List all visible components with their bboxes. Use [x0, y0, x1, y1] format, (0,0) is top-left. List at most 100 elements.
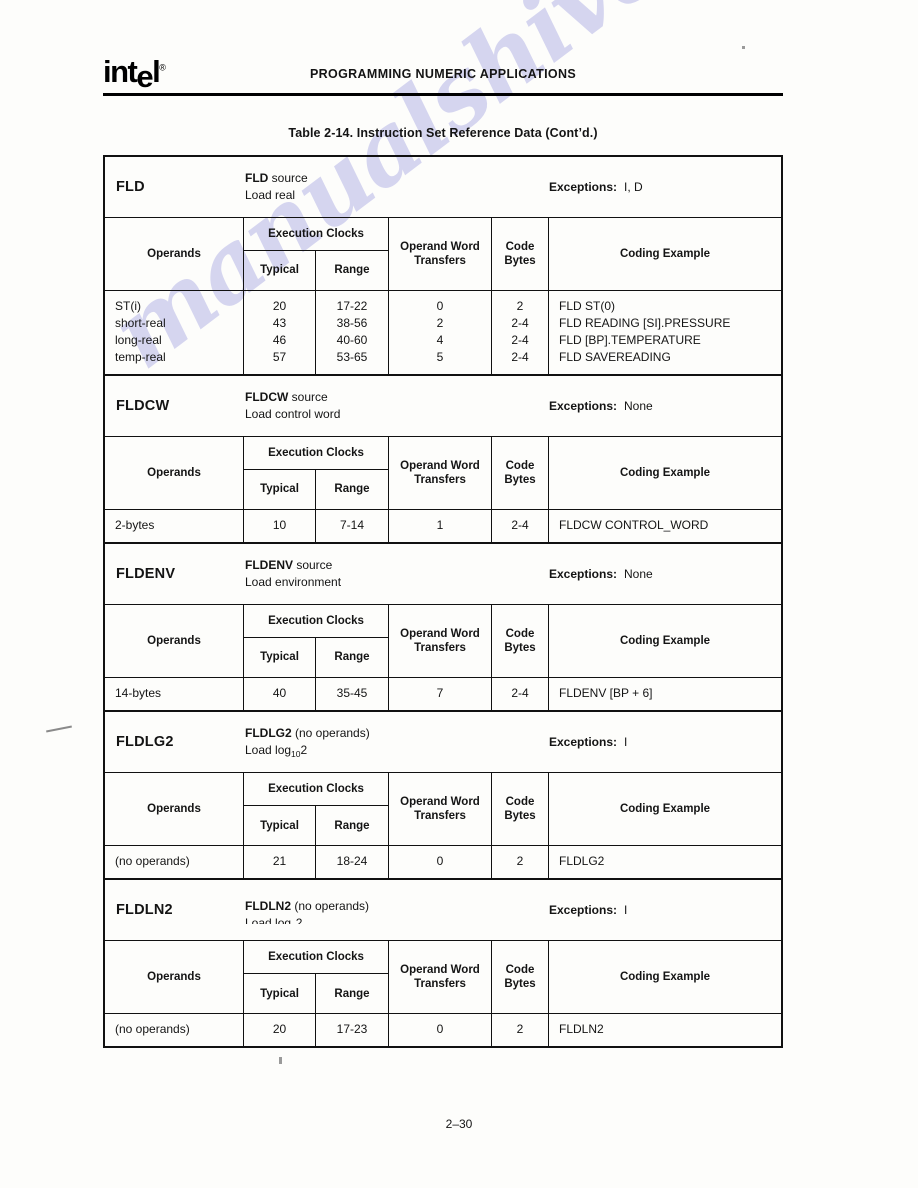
table-row: FLD READING [SI].PRESSURE [559, 316, 731, 331]
syntax-mnemonic: FLD [245, 170, 269, 185]
table-row: 21 [272, 854, 287, 869]
cell-range: 17-22 38-56 40-60 53-65 [316, 291, 389, 375]
syntax-line: FLDENV source [245, 557, 549, 574]
instruction-block-fldcw: FLDCW FLDCW source Load control word Exc… [105, 376, 781, 545]
col-header-code-bytes: Code Bytes [492, 437, 549, 510]
instruction-description: Load control word [245, 407, 341, 422]
block-title-row: FLD FLD source Load real Exceptions: I, … [105, 157, 781, 218]
col-header-code-line2: Bytes [504, 255, 536, 267]
col-header-code-line2: Bytes [504, 642, 536, 655]
col-header-coding-example: Coding Example [619, 466, 711, 479]
table-data-group: ST(i) short-real long-real temp-real 20 … [105, 291, 781, 375]
exceptions-value: I [624, 903, 628, 918]
col-header-operand-word-transfers: Operand Word Transfers [389, 218, 492, 290]
running-title: PROGRAMMING NUMERIC APPLICATIONS [309, 67, 577, 81]
exceptions-label: Exceptions: [549, 180, 618, 194]
col-header-execution-clocks-label: Execution Clocks [244, 437, 388, 471]
col-header-code-line1: Code [505, 240, 535, 253]
instruction-syntax: FLDENV source Load environment [245, 544, 549, 604]
table-row: long-real [115, 333, 162, 348]
cell-range: 17-23 [316, 1014, 389, 1047]
table-row: 2-4 [511, 333, 529, 348]
table-row: 5 [436, 350, 444, 365]
table-row: 38-56 [336, 316, 368, 331]
instruction-block-fldenv: FLDENV FLDENV source Load environment Ex… [105, 544, 781, 713]
col-header-typical: Typical [244, 974, 316, 1014]
instruction-description: Load environment [245, 575, 342, 590]
instruction-mnemonic: FLDLG2 [116, 734, 174, 751]
exceptions-value: I [624, 735, 628, 750]
col-header-execution-clocks: Execution Clocks Typical Range [244, 773, 389, 846]
table-row: 2 [516, 854, 524, 869]
syntax-operand: source [268, 170, 308, 185]
col-header-operands: Operands [105, 605, 244, 678]
col-header-execution-clocks-label: Execution Clocks [244, 218, 388, 251]
table-row: 2 [516, 299, 524, 313]
syntax-line: FLDLN2 (no operands) [245, 898, 549, 915]
instruction-description: Load loge2 [245, 915, 549, 924]
table-row: 43 [272, 316, 287, 331]
cell-typical: 21 [244, 846, 316, 879]
page-number: 2–30 [445, 1117, 473, 1131]
table-row: FLDCW CONTROL_WORD [559, 518, 709, 533]
table-caption: Table 2-14. Instruction Set Reference Da… [288, 126, 598, 140]
col-header-execution-clocks: Execution Clocks Typical Range [244, 218, 389, 290]
syntax-line: FLDCW source [245, 389, 549, 406]
exceptions-value: None [624, 567, 653, 582]
cell-typical: 10 [244, 510, 316, 543]
block-title-row: FLDCW FLDCW source Load control word Exc… [105, 376, 781, 438]
col-header-owt-line1: Operand Word [400, 627, 480, 640]
table-row: 2-bytes [115, 518, 155, 533]
instruction-mnemonic: FLD [116, 179, 145, 195]
col-header-owt-line2: Transfers [414, 474, 466, 487]
col-header-owt-line2: Transfers [414, 978, 466, 991]
col-header-execution-clocks-label: Execution Clocks [244, 605, 388, 639]
table-row: 53-65 [336, 350, 368, 365]
header-rule [103, 93, 783, 96]
instruction-syntax: FLD source Load real [245, 157, 549, 217]
table-row: 18-24 [336, 854, 368, 869]
col-header-typical: Typical [244, 251, 316, 290]
table-row: 2-4 [511, 686, 529, 701]
table-row: 20 [272, 299, 287, 313]
table-row: 2-4 [511, 316, 529, 331]
table-row: 1 [436, 518, 444, 533]
col-header-execution-clocks-label: Execution Clocks [244, 773, 388, 807]
col-header-owt-line2: Transfers [414, 810, 466, 823]
cell-typical: 40 [244, 678, 316, 711]
col-header-code-bytes: Code Bytes [492, 605, 549, 678]
instruction-syntax: FLDCW source Load control word [245, 376, 549, 436]
col-header-typical: Typical [244, 638, 316, 678]
col-header-code-line2: Bytes [504, 978, 536, 991]
col-header-code-line1: Code [505, 459, 535, 472]
instruction-block-fld: FLD FLD source Load real Exceptions: I, … [105, 157, 781, 377]
col-header-operand-word-transfers: Operand Word Transfers [389, 941, 492, 1014]
cell-code-bytes: 2-4 [492, 510, 549, 543]
col-header-code-line1: Code [505, 627, 535, 640]
table-row: 57 [272, 350, 287, 365]
col-header-range: Range [334, 264, 370, 277]
table-row: FLDLG2 [559, 854, 605, 869]
description-subscript: e [291, 922, 296, 924]
table-row: 40-60 [336, 333, 368, 348]
table-row: 0 [436, 1022, 444, 1037]
exceptions-cell: Exceptions: None [549, 544, 781, 604]
table-row: 14-bytes [115, 686, 162, 701]
col-header-owt-line1: Operand Word [400, 795, 480, 808]
block-title-row: FLDENV FLDENV source Load environment Ex… [105, 544, 781, 606]
instruction-description: Load log102 [245, 742, 549, 759]
exceptions-cell: Exceptions: I [549, 712, 781, 772]
table-row: FLDENV [BP + 6] [559, 686, 653, 701]
block-title-row: FLDLN2 FLDLN2 (no operands) Load loge2 E… [105, 880, 781, 942]
col-header-code-bytes: Code Bytes [492, 773, 549, 846]
cell-typical: 20 [244, 1014, 316, 1047]
table-row: FLD [BP].TEMPERATURE [559, 333, 701, 348]
col-header-typical: Typical [244, 470, 316, 510]
description-subscript: 10 [291, 749, 301, 760]
cell-code-bytes: 2 [492, 1014, 549, 1047]
table-row: 20 [272, 1022, 287, 1037]
cell-transfers: 1 [389, 510, 492, 543]
exceptions-label: Exceptions: [549, 567, 618, 582]
instruction-reference-table: FLD FLD source Load real Exceptions: I, … [103, 155, 783, 1049]
table-row: ST(i) [115, 299, 141, 313]
